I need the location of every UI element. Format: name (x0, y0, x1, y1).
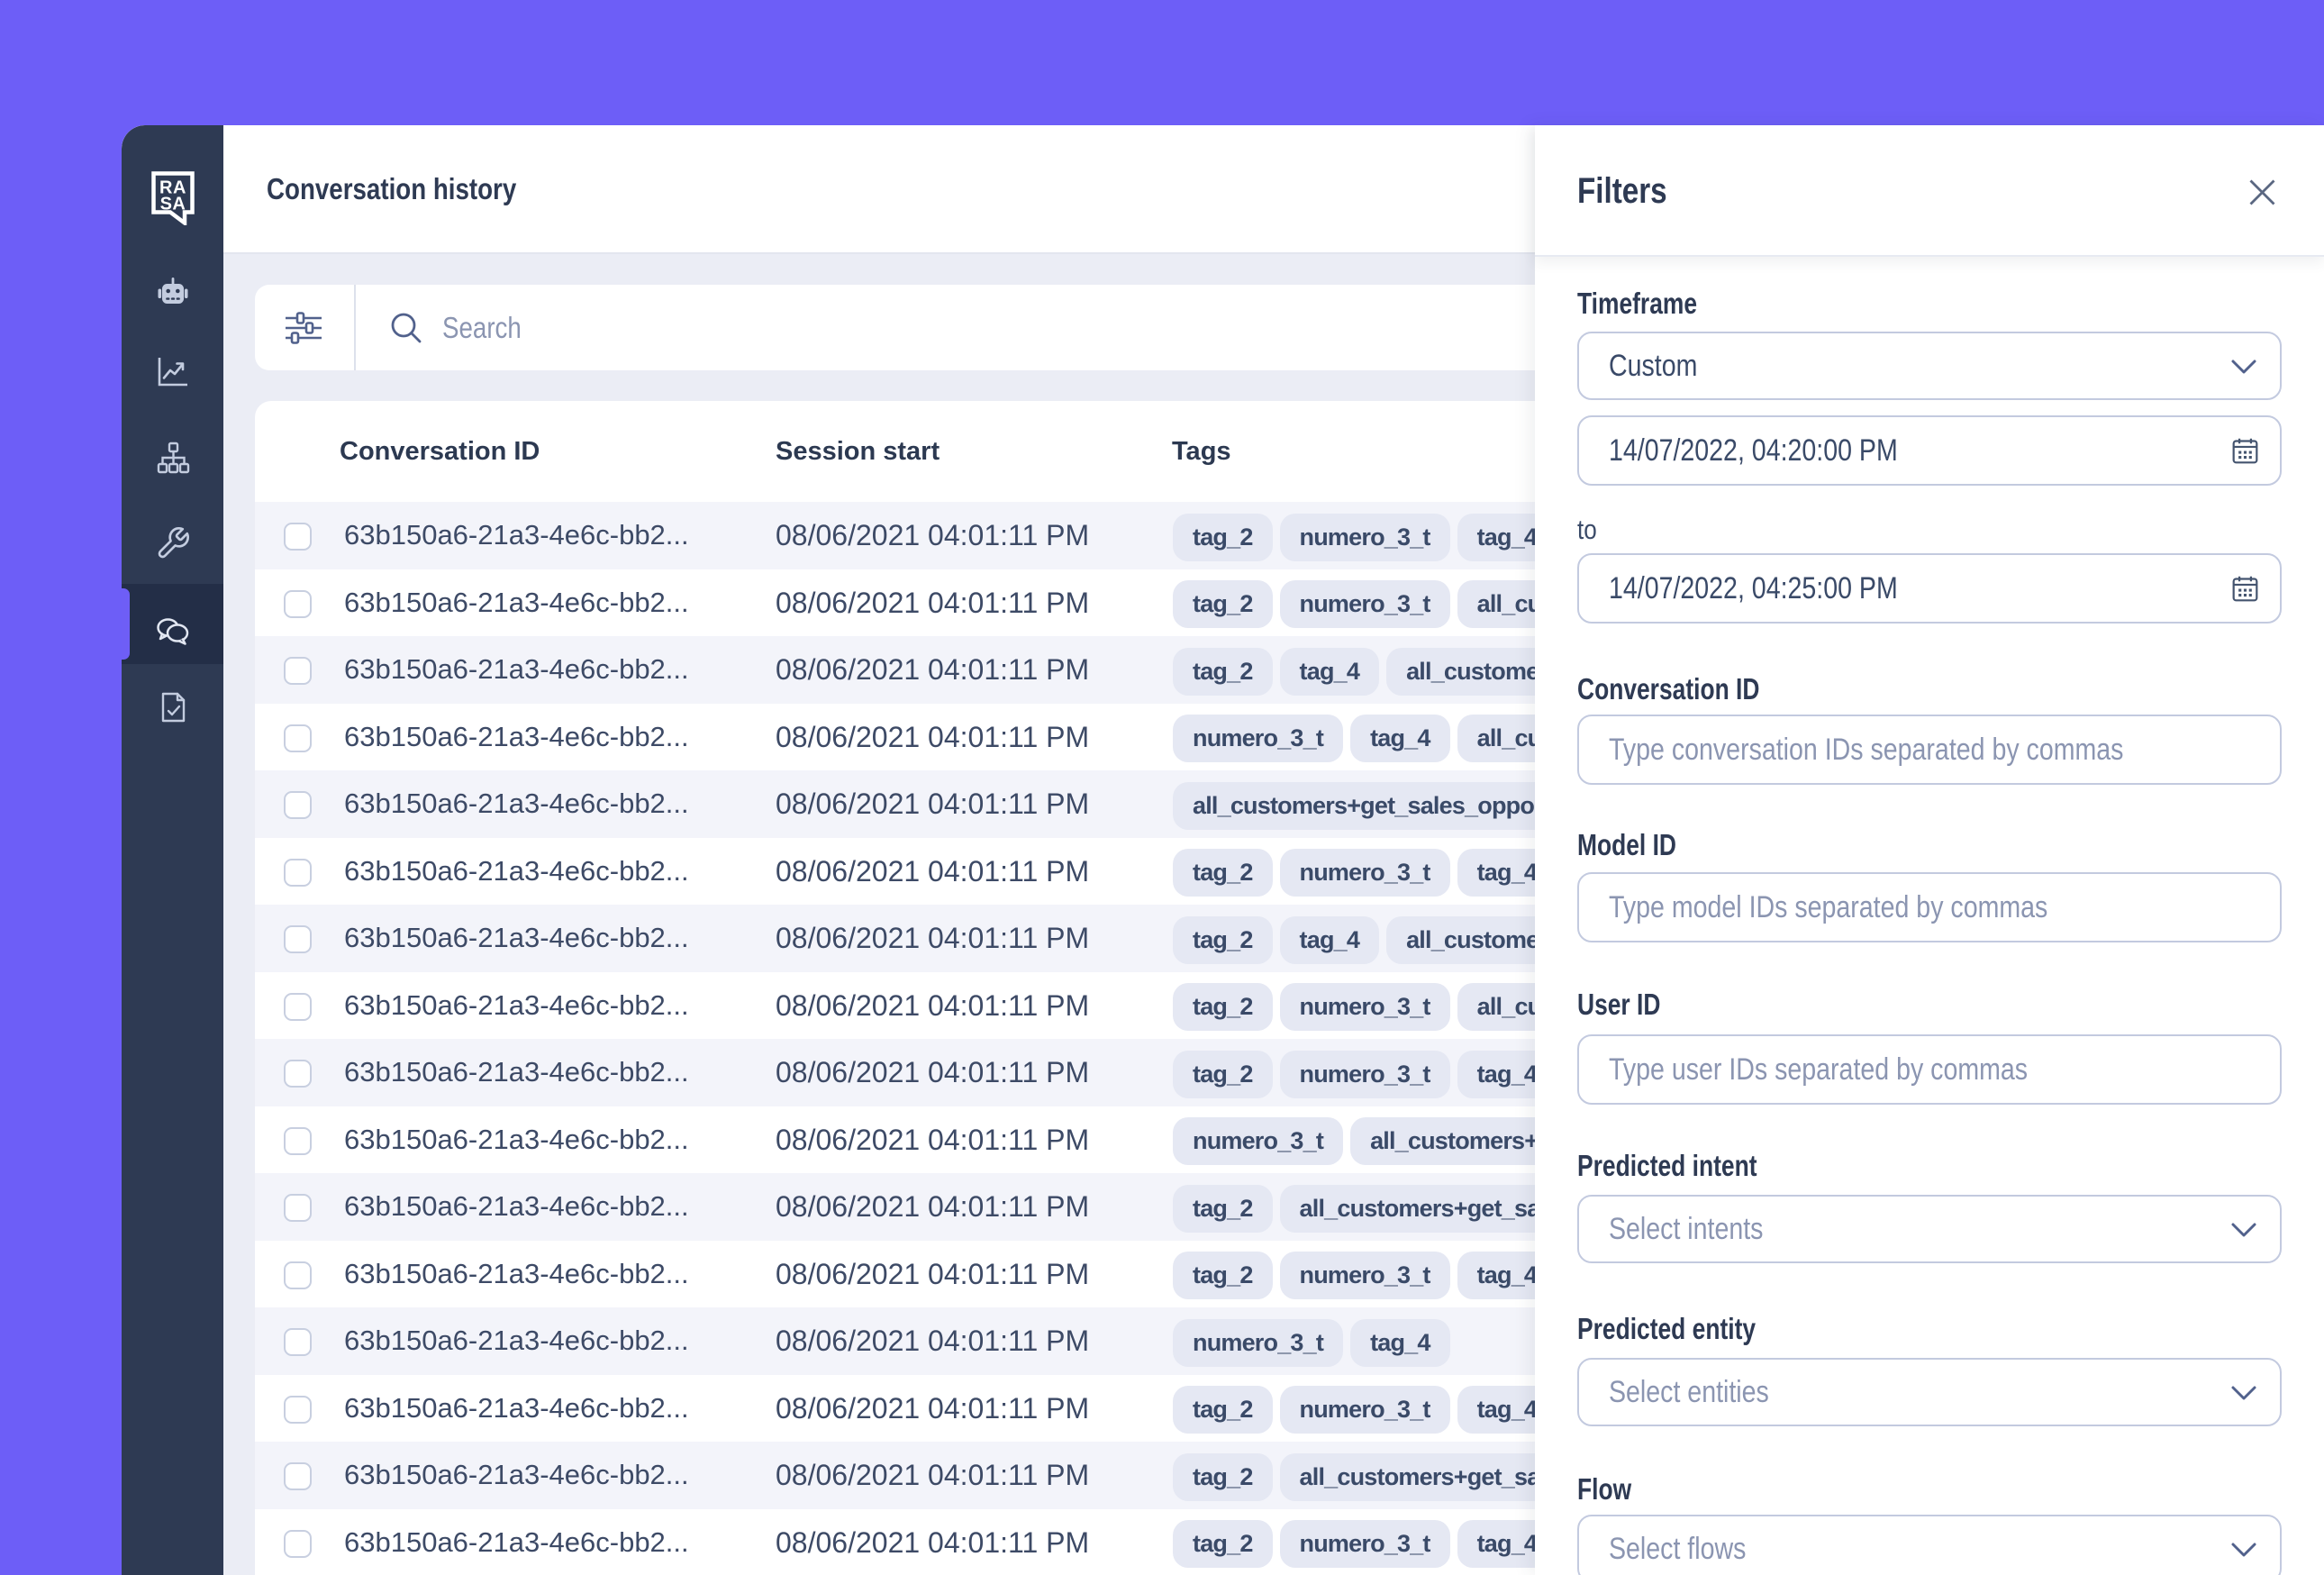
svg-text:SA: SA (160, 195, 186, 214)
